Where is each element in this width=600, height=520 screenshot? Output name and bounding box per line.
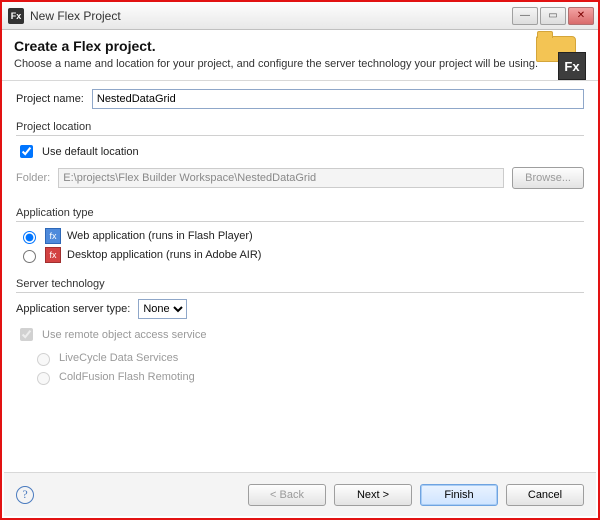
application-type-group-label: Application type (16, 207, 584, 219)
use-default-location-label: Use default location (42, 146, 139, 158)
server-technology-group-label: Server technology (16, 278, 584, 290)
livecycle-input (37, 353, 50, 366)
livecycle-label: LiveCycle Data Services (59, 352, 178, 364)
web-application-input[interactable] (23, 231, 36, 244)
use-default-location-input[interactable] (20, 145, 33, 158)
flash-player-icon: fx (45, 228, 61, 244)
desktop-application-label: Desktop application (runs in Adobe AIR) (67, 249, 261, 261)
application-server-type-select[interactable]: None (138, 299, 187, 319)
folder-input (58, 168, 504, 188)
project-location-group-label: Project location (16, 121, 584, 133)
desktop-application-radio[interactable]: fx Desktop application (runs in Adobe AI… (18, 247, 584, 263)
browse-button: Browse... (512, 167, 584, 189)
project-name-label: Project name: (16, 93, 84, 105)
wizard-footer: ? < Back Next > Finish Cancel (4, 472, 596, 516)
web-application-label: Web application (runs in Flash Player) (67, 230, 253, 242)
title-bar: Fx New Flex Project — ▭ ✕ (2, 2, 598, 30)
coldfusion-label: ColdFusion Flash Remoting (59, 371, 195, 383)
finish-button[interactable]: Finish (420, 484, 498, 506)
coldfusion-input (37, 372, 50, 385)
adobe-air-icon: fx (45, 247, 61, 263)
remote-object-input (20, 328, 33, 341)
web-application-radio[interactable]: fx Web application (runs in Flash Player… (18, 228, 584, 244)
folder-label: Folder: (16, 172, 50, 184)
application-server-type-label: Application server type: (16, 303, 130, 315)
wizard-subheading: Choose a name and location for your proj… (14, 58, 586, 70)
livecycle-radio: LiveCycle Data Services (32, 350, 584, 366)
minimize-button[interactable]: — (512, 7, 538, 25)
back-button: < Back (248, 484, 326, 506)
window-title: New Flex Project (30, 9, 121, 23)
remote-object-checkbox: Use remote object access service (16, 325, 584, 344)
help-icon[interactable]: ? (16, 486, 34, 504)
use-default-location-checkbox[interactable]: Use default location (16, 142, 584, 161)
coldfusion-radio: ColdFusion Flash Remoting (32, 369, 584, 385)
project-name-input[interactable] (92, 89, 584, 109)
next-button[interactable]: Next > (334, 484, 412, 506)
cancel-button[interactable]: Cancel (506, 484, 584, 506)
app-icon: Fx (8, 8, 24, 24)
wizard-header: Create a Flex project. Choose a name and… (2, 30, 598, 81)
wizard-heading: Create a Flex project. (14, 38, 586, 54)
close-button[interactable]: ✕ (568, 7, 594, 25)
desktop-application-input[interactable] (23, 250, 36, 263)
flex-project-icon: Fx (532, 36, 586, 80)
maximize-button[interactable]: ▭ (540, 7, 566, 25)
remote-object-label: Use remote object access service (42, 329, 206, 341)
